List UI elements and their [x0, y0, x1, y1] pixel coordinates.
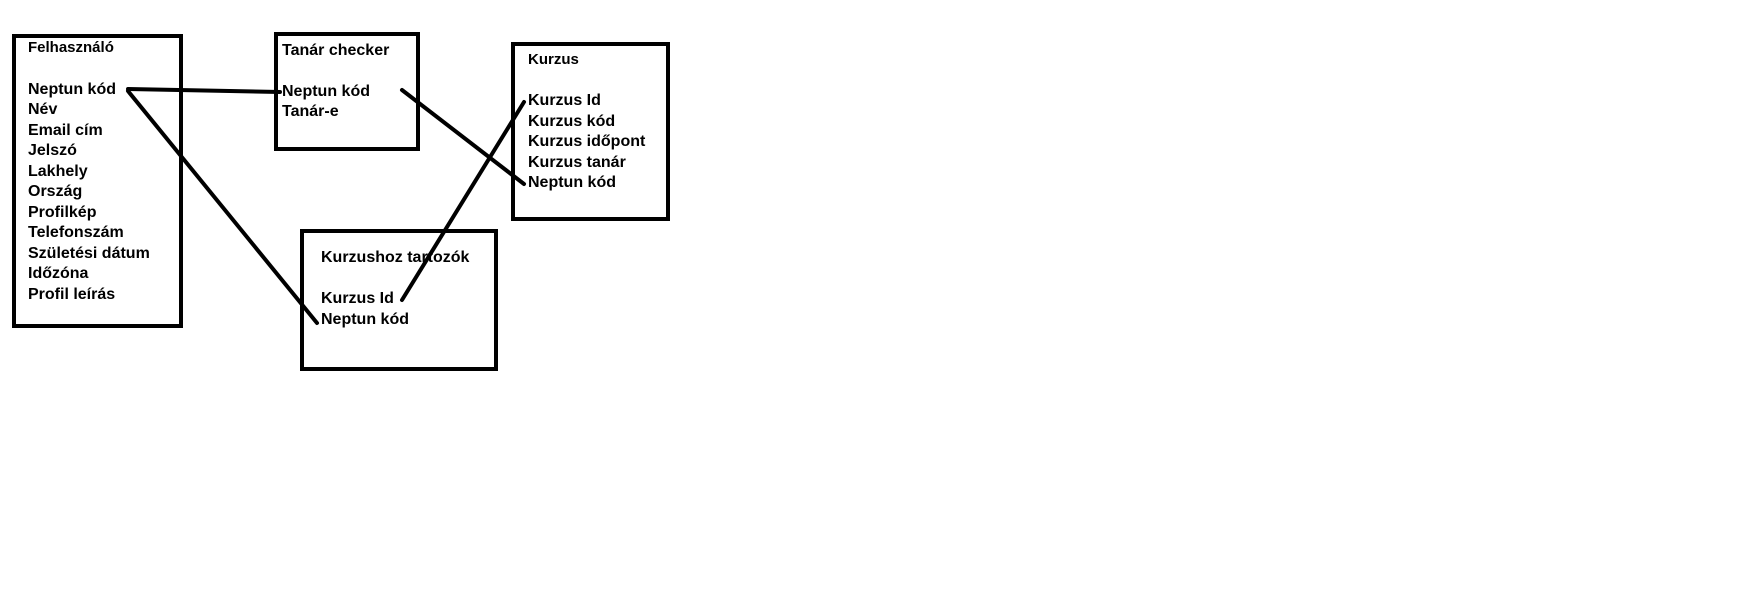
entity-tanar-checker-title: Tanár checker: [282, 42, 390, 59]
entity-kurzus-title: Kurzus: [528, 51, 579, 68]
field-kurzus-kurzus-tanar: Kurzus tanár: [528, 154, 626, 171]
field-kurzushoz-tartozok-kurzus-id: Kurzus Id: [321, 290, 394, 307]
field-felhasznalo-lakhely: Lakhely: [28, 163, 88, 180]
field-kurzus-kurzus-idopont: Kurzus időpont: [528, 133, 646, 150]
field-felhasznalo-jelszo: Jelszó: [28, 142, 77, 159]
field-kurzus-kurzus-kod: Kurzus kód: [528, 113, 616, 130]
field-felhasznalo-orszag: Ország: [28, 183, 83, 200]
field-kurzushoz-tartozok-neptun-kod: Neptun kód: [321, 311, 409, 328]
field-felhasznalo-profilkep: Profilkép: [28, 204, 97, 221]
entity-kurzushoz-tartozok-title: Kurzushoz tartozók: [321, 249, 470, 266]
field-kurzus-neptun-kod: Neptun kód: [528, 174, 616, 191]
field-felhasznalo-szuletesi-datum: Születési dátum: [28, 245, 150, 262]
field-kurzus-kurzus-id: Kurzus Id: [528, 92, 601, 109]
field-felhasznalo-nev: Név: [28, 101, 58, 118]
link-tanar-checker-neptun-to-kurzus-neptun: [400, 88, 526, 186]
field-felhasznalo-telefonszam: Telefonszám: [28, 224, 124, 241]
field-felhasznalo-idozona: Időzóna: [28, 265, 89, 282]
field-felhasznalo-email-cim: Email cím: [28, 122, 103, 139]
field-felhasznalo-profil-leiras: Profil leírás: [28, 286, 116, 303]
field-felhasznalo-neptun-kod: Neptun kód: [28, 81, 116, 98]
field-tanar-checker-tanar-e: Tanár-e: [282, 103, 339, 120]
field-tanar-checker-neptun-kod: Neptun kód: [282, 83, 370, 100]
relationship-lines: [126, 87, 526, 325]
entity-felhasznalo-title: Felhasználó: [28, 39, 114, 56]
